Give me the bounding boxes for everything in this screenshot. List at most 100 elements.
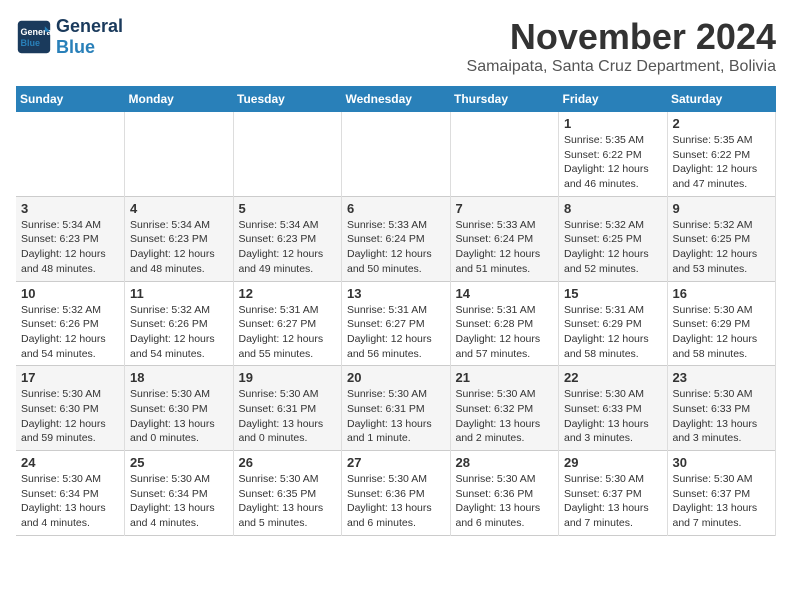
day-number: 4 [130, 201, 228, 216]
day-number: 7 [456, 201, 554, 216]
day-number: 29 [564, 455, 662, 470]
weekday-header-wednesday: Wednesday [342, 86, 451, 112]
logo-line2: Blue [56, 37, 123, 58]
calendar-cell [125, 112, 234, 196]
calendar-cell: 25 Sunrise: 5:30 AM Sunset: 6:34 PM Dayli… [125, 451, 234, 536]
day-number: 13 [347, 286, 445, 301]
calendar-week-row: 17 Sunrise: 5:30 AM Sunset: 6:30 PM Dayli… [16, 366, 776, 451]
day-info: Sunrise: 5:30 AM Sunset: 6:32 PM Dayligh… [456, 387, 554, 446]
calendar-cell: 3 Sunrise: 5:34 AM Sunset: 6:23 PM Daylig… [16, 196, 125, 281]
day-info: Sunrise: 5:31 AM Sunset: 6:28 PM Dayligh… [456, 303, 554, 362]
day-info: Sunrise: 5:32 AM Sunset: 6:26 PM Dayligh… [130, 303, 228, 362]
calendar-cell: 20Sunrise: 5:30 AM Sunset: 6:31 PM Dayli… [342, 366, 451, 451]
calendar-cell [342, 112, 451, 196]
weekday-header-sunday: Sunday [16, 86, 125, 112]
day-info: Sunrise: 5:35 AM Sunset: 6:22 PM Dayligh… [564, 133, 662, 192]
day-number: 17 [21, 370, 119, 385]
day-number: 10 [21, 286, 119, 301]
day-info: Sunrise: 5:32 AM Sunset: 6:25 PM Dayligh… [673, 218, 771, 277]
logo: General Blue General Blue [16, 16, 123, 58]
calendar-week-row: 3 Sunrise: 5:34 AM Sunset: 6:23 PM Daylig… [16, 196, 776, 281]
calendar-cell: 1 Sunrise: 5:35 AM Sunset: 6:22 PM Daylig… [559, 112, 668, 196]
calendar-cell: 5Sunrise: 5:34 AM Sunset: 6:23 PM Daylig… [233, 196, 342, 281]
calendar-cell: 8 Sunrise: 5:32 AM Sunset: 6:25 PM Daylig… [559, 196, 668, 281]
day-number: 14 [456, 286, 554, 301]
calendar-cell: 26 Sunrise: 5:30 AM Sunset: 6:35 PM Dayli… [233, 451, 342, 536]
day-info: Sunrise: 5:30 AM Sunset: 6:35 PM Dayligh… [239, 472, 337, 531]
calendar-week-row: 24 Sunrise: 5:30 AM Sunset: 6:34 PM Dayli… [16, 451, 776, 536]
day-info: Sunrise: 5:30 AM Sunset: 6:29 PM Dayligh… [673, 303, 771, 362]
calendar-cell: 7Sunrise: 5:33 AM Sunset: 6:24 PM Daylig… [450, 196, 559, 281]
day-number: 18 [130, 370, 228, 385]
calendar-cell: 10 Sunrise: 5:32 AM Sunset: 6:26 PM Dayli… [16, 281, 125, 366]
day-info: Sunrise: 5:32 AM Sunset: 6:25 PM Dayligh… [564, 218, 662, 277]
calendar-week-row: 10 Sunrise: 5:32 AM Sunset: 6:26 PM Dayli… [16, 281, 776, 366]
day-info: Sunrise: 5:31 AM Sunset: 6:27 PM Dayligh… [347, 303, 445, 362]
calendar-cell: 6 Sunrise: 5:33 AM Sunset: 6:24 PM Daylig… [342, 196, 451, 281]
day-info: Sunrise: 5:34 AM Sunset: 6:23 PM Dayligh… [130, 218, 228, 277]
calendar-header: SundayMondayTuesdayWednesdayThursdayFrid… [16, 86, 776, 112]
weekday-header-thursday: Thursday [450, 86, 559, 112]
day-number: 20 [347, 370, 445, 385]
calendar-cell: 11 Sunrise: 5:32 AM Sunset: 6:26 PM Dayli… [125, 281, 234, 366]
day-info: Sunrise: 5:33 AM Sunset: 6:24 PM Dayligh… [347, 218, 445, 277]
day-info: Sunrise: 5:30 AM Sunset: 6:34 PM Dayligh… [21, 472, 119, 531]
calendar-cell: 24 Sunrise: 5:30 AM Sunset: 6:34 PM Dayli… [16, 451, 125, 536]
day-number: 30 [673, 455, 771, 470]
day-number: 27 [347, 455, 445, 470]
day-number: 8 [564, 201, 662, 216]
day-number: 1 [564, 116, 662, 131]
day-info: Sunrise: 5:30 AM Sunset: 6:31 PM Dayligh… [239, 387, 337, 446]
calendar-cell: 27 Sunrise: 5:30 AM Sunset: 6:36 PM Dayli… [342, 451, 451, 536]
calendar-cell: 23 Sunrise: 5:30 AM Sunset: 6:33 PM Dayli… [667, 366, 776, 451]
day-info: Sunrise: 5:34 AM Sunset: 6:23 PM Dayligh… [21, 218, 119, 277]
day-number: 11 [130, 286, 228, 301]
day-info: Sunrise: 5:30 AM Sunset: 6:30 PM Dayligh… [21, 387, 119, 446]
day-info: Sunrise: 5:31 AM Sunset: 6:29 PM Dayligh… [564, 303, 662, 362]
day-info: Sunrise: 5:30 AM Sunset: 6:33 PM Dayligh… [673, 387, 771, 446]
day-info: Sunrise: 5:32 AM Sunset: 6:26 PM Dayligh… [21, 303, 119, 362]
calendar-cell: 15Sunrise: 5:31 AM Sunset: 6:29 PM Dayli… [559, 281, 668, 366]
calendar-cell: 13 Sunrise: 5:31 AM Sunset: 6:27 PM Dayli… [342, 281, 451, 366]
day-number: 26 [239, 455, 337, 470]
calendar-cell [16, 112, 125, 196]
day-number: 9 [673, 201, 771, 216]
day-number: 2 [673, 116, 771, 131]
logo-line1: General [56, 16, 123, 37]
day-info: Sunrise: 5:35 AM Sunset: 6:22 PM Dayligh… [673, 133, 771, 192]
calendar-cell: 21Sunrise: 5:30 AM Sunset: 6:32 PM Dayli… [450, 366, 559, 451]
logo-icon: General Blue [16, 19, 52, 55]
calendar-cell: 22Sunrise: 5:30 AM Sunset: 6:33 PM Dayli… [559, 366, 668, 451]
day-number: 23 [673, 370, 771, 385]
page-header: General Blue General Blue November 2024 … [16, 16, 776, 76]
day-info: Sunrise: 5:30 AM Sunset: 6:37 PM Dayligh… [673, 472, 771, 531]
calendar-cell: 14 Sunrise: 5:31 AM Sunset: 6:28 PM Dayli… [450, 281, 559, 366]
weekday-header-monday: Monday [125, 86, 234, 112]
day-number: 24 [21, 455, 119, 470]
day-number: 25 [130, 455, 228, 470]
calendar-cell [233, 112, 342, 196]
weekday-header-row: SundayMondayTuesdayWednesdayThursdayFrid… [16, 86, 776, 112]
calendar-cell: 16Sunrise: 5:30 AM Sunset: 6:29 PM Dayli… [667, 281, 776, 366]
calendar-cell: 19 Sunrise: 5:30 AM Sunset: 6:31 PM Dayli… [233, 366, 342, 451]
day-number: 12 [239, 286, 337, 301]
day-info: Sunrise: 5:30 AM Sunset: 6:36 PM Dayligh… [456, 472, 554, 531]
day-number: 19 [239, 370, 337, 385]
location-subtitle: Samaipata, Santa Cruz Department, Bolivi… [467, 58, 776, 76]
calendar-cell: 30 Sunrise: 5:30 AM Sunset: 6:37 PM Dayli… [667, 451, 776, 536]
calendar-cell: 2 Sunrise: 5:35 AM Sunset: 6:22 PM Daylig… [667, 112, 776, 196]
day-info: Sunrise: 5:30 AM Sunset: 6:34 PM Dayligh… [130, 472, 228, 531]
calendar-cell: 17 Sunrise: 5:30 AM Sunset: 6:30 PM Dayli… [16, 366, 125, 451]
calendar-table: SundayMondayTuesdayWednesdayThursdayFrid… [16, 86, 776, 536]
calendar-cell: 29Sunrise: 5:30 AM Sunset: 6:37 PM Dayli… [559, 451, 668, 536]
month-title: November 2024 [467, 16, 776, 58]
day-number: 6 [347, 201, 445, 216]
calendar-cell: 4 Sunrise: 5:34 AM Sunset: 6:23 PM Daylig… [125, 196, 234, 281]
day-number: 3 [21, 201, 119, 216]
calendar-cell: 12Sunrise: 5:31 AM Sunset: 6:27 PM Dayli… [233, 281, 342, 366]
calendar-cell [450, 112, 559, 196]
svg-text:Blue: Blue [21, 38, 41, 48]
title-area: November 2024 Samaipata, Santa Cruz Depa… [467, 16, 776, 76]
weekday-header-tuesday: Tuesday [233, 86, 342, 112]
day-info: Sunrise: 5:30 AM Sunset: 6:36 PM Dayligh… [347, 472, 445, 531]
